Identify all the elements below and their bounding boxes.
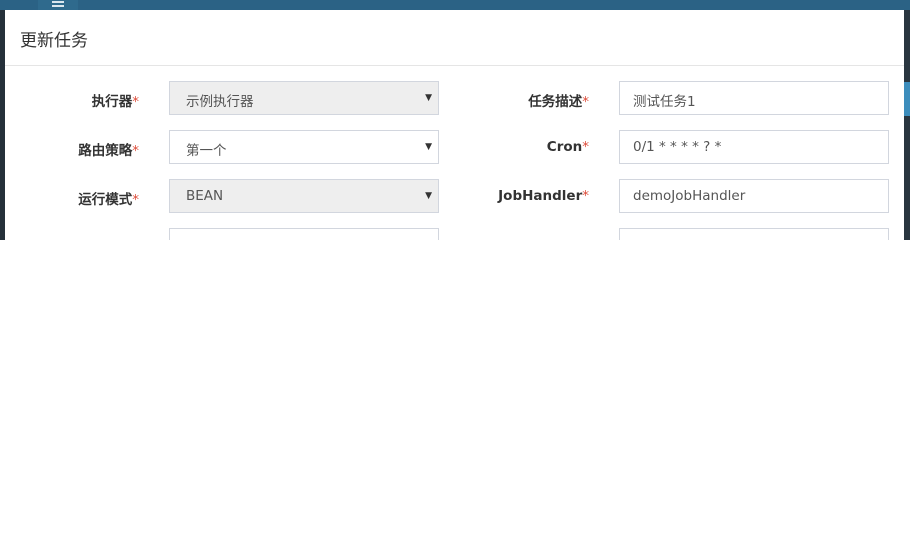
screen: 更新任务 执行器* 示例执行器 ▼ 任务描述* 测试任务1 路由策略* 第一个 … xyxy=(0,0,910,549)
job-handler-label: JobHandler* xyxy=(498,188,589,204)
required-star: * xyxy=(132,192,139,208)
executor-label: 执行器* xyxy=(91,94,139,110)
clipped-field-right[interactable] xyxy=(619,228,889,240)
hamburger-icon-bar xyxy=(52,5,64,7)
content-backdrop xyxy=(904,10,910,240)
route-strategy-select[interactable]: 第一个 ▼ xyxy=(169,130,439,164)
run-mode-label: 运行模式* xyxy=(78,192,139,208)
form-row-run-mode: 运行模式* BEAN ▼ JobHandler* demoJobHandler xyxy=(5,179,904,213)
task-desc-label: 任务描述* xyxy=(528,94,589,110)
cron-value: 0/1 * * * * ? * xyxy=(633,139,722,155)
required-star: * xyxy=(582,188,589,204)
job-handler-value: demoJobHandler xyxy=(633,188,746,204)
required-star: * xyxy=(132,143,139,159)
backdrop-accent-button xyxy=(904,82,910,116)
update-task-modal: 更新任务 执行器* 示例执行器 ▼ 任务描述* 测试任务1 路由策略* 第一个 … xyxy=(5,10,904,240)
modal-header: 更新任务 xyxy=(5,10,904,66)
task-desc-input[interactable]: 测试任务1 xyxy=(619,81,889,115)
required-star: * xyxy=(582,94,589,110)
cron-input[interactable]: 0/1 * * * * ? * xyxy=(619,130,889,164)
route-strategy-label: 路由策略* xyxy=(78,143,139,159)
caret-down-icon: ▼ xyxy=(425,142,432,152)
form-row-route-strategy: 路由策略* 第一个 ▼ Cron* 0/1 * * * * ? * xyxy=(5,130,904,164)
form-row-clipped xyxy=(5,228,904,240)
app-header-bar xyxy=(0,0,910,10)
executor-select-value: 示例执行器 xyxy=(186,94,254,110)
executor-select[interactable]: 示例执行器 ▼ xyxy=(169,81,439,115)
cron-label: Cron* xyxy=(546,139,589,155)
caret-down-icon: ▼ xyxy=(425,93,432,103)
clipped-field-left[interactable] xyxy=(169,228,439,240)
job-handler-input[interactable]: demoJobHandler xyxy=(619,179,889,213)
caret-down-icon: ▼ xyxy=(425,191,432,201)
required-star: * xyxy=(582,139,589,155)
route-strategy-value: 第一个 xyxy=(186,143,227,159)
required-star: * xyxy=(132,94,139,110)
task-desc-value: 测试任务1 xyxy=(633,94,696,110)
modal-title: 更新任务 xyxy=(20,31,88,51)
menu-toggle-button[interactable] xyxy=(38,0,78,10)
run-mode-value: BEAN xyxy=(186,188,224,204)
hamburger-icon xyxy=(52,1,64,3)
run-mode-select[interactable]: BEAN ▼ xyxy=(169,179,439,213)
form-row-executor: 执行器* 示例执行器 ▼ 任务描述* 测试任务1 xyxy=(5,81,904,115)
